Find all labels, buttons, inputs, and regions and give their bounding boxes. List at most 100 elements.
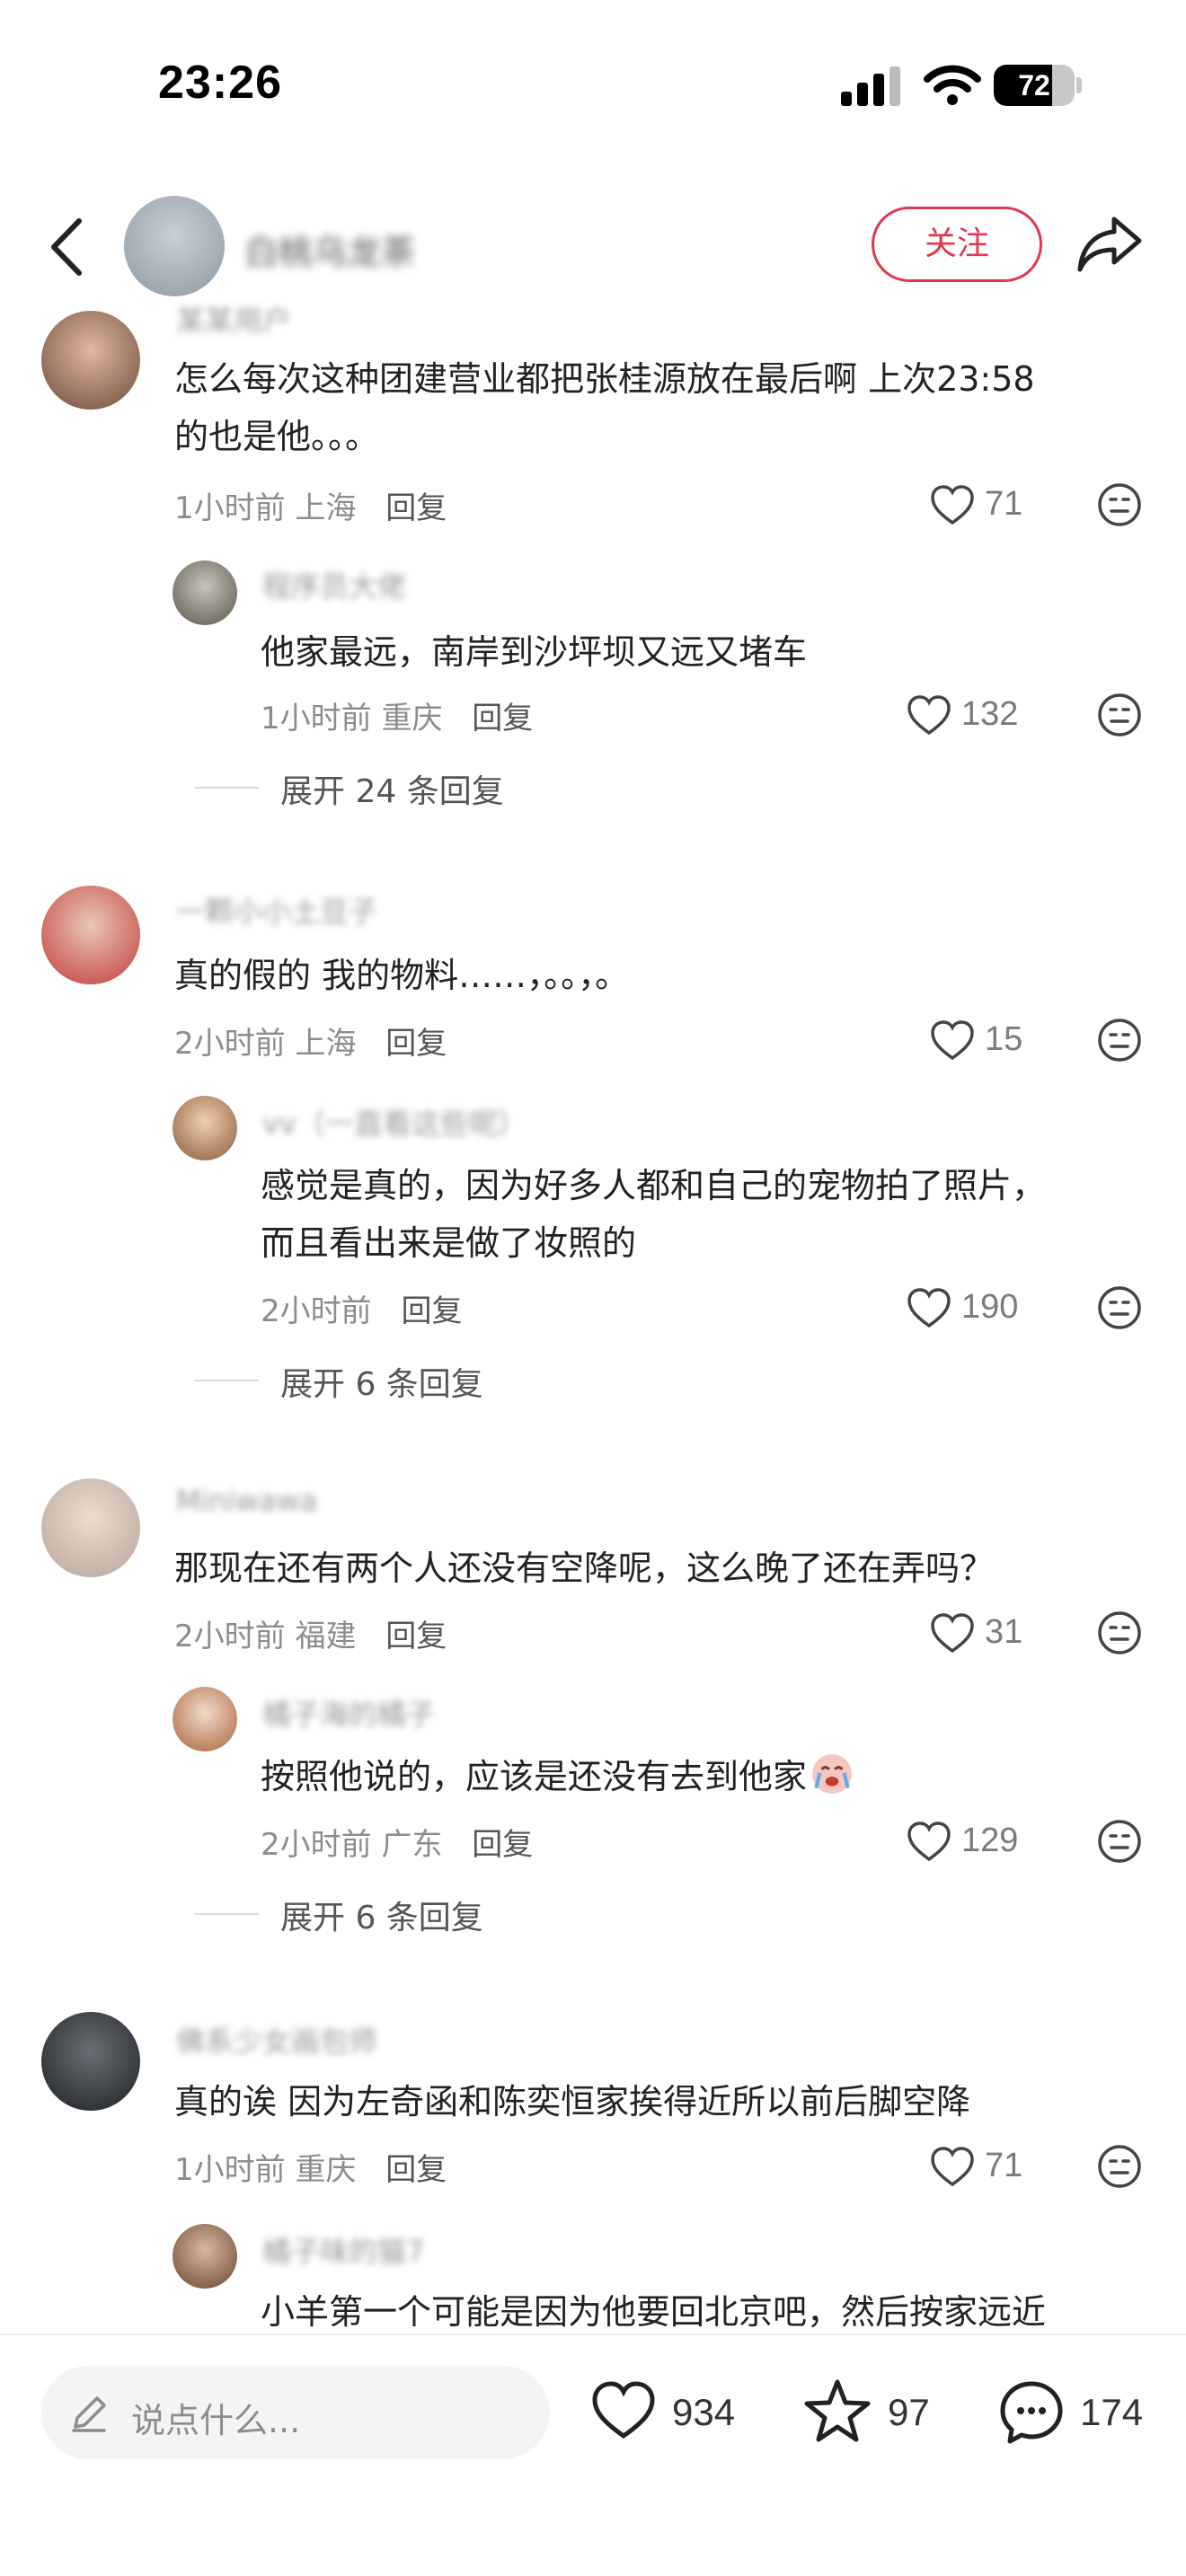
avatar[interactable] <box>173 1096 237 1160</box>
comment-location: 福建 <box>295 1619 357 1654</box>
expand-replies-button[interactable]: 展开 6 条回复 <box>280 1892 483 1938</box>
avatar[interactable] <box>41 2012 140 2111</box>
post-comment-button[interactable]: 174 <box>997 2375 1159 2450</box>
reply-text: 小羊第一个可能是因为他要回北京吧，然后按家远近 <box>261 2283 1046 2341</box>
expand-replies-button[interactable]: 展开 24 条回复 <box>280 765 504 812</box>
reply-button[interactable]: 回复 <box>385 490 447 526</box>
avatar[interactable] <box>41 1478 140 1577</box>
reply-text: 他家最远，南岸到沙坪坝又远又堵车 <box>261 623 807 681</box>
reply-button[interactable]: 回复 <box>385 1619 447 1654</box>
like-count: 129 <box>961 1822 1019 1859</box>
comment-text: 真的诶 因为左奇函和陈奕恒家挨得近所以前后脚空降 <box>174 2073 970 2130</box>
like-count: 15 <box>985 1020 1023 1058</box>
dislike-face-icon[interactable] <box>1096 692 1143 738</box>
input-placeholder: 说点什么... <box>131 2401 301 2440</box>
post-like-button[interactable]: 934 <box>589 2375 751 2450</box>
comment-location: 重庆 <box>295 2152 357 2188</box>
comment-text-line: 真的诶 因为左奇函和陈奕恒家挨得近所以前后脚空降 <box>174 2082 971 2122</box>
dislike-face-icon[interactable] <box>1096 2143 1143 2190</box>
heart-icon <box>907 1822 951 1862</box>
reply-username[interactable]: 橘子味的猫7 <box>262 2229 424 2271</box>
reply-username[interactable]: vv（一直看这些呢） <box>262 1101 527 1142</box>
battery-level: 72 <box>1018 69 1050 101</box>
like-count: 31 <box>985 1613 1023 1651</box>
comment-meta: 2小时前 上海 回复 <box>174 1019 447 1063</box>
comment-location: 上海 <box>295 490 357 526</box>
dislike-face-icon[interactable] <box>1096 1284 1143 1331</box>
post-comment-count: 174 <box>1080 2391 1144 2433</box>
comment-username[interactable]: 佛系少女画包师 <box>176 2019 377 2060</box>
reply-meta: 2小时前 回复 <box>261 1286 462 1330</box>
divider <box>194 787 259 789</box>
heart-icon <box>907 1288 951 1328</box>
comment-username[interactable]: Miniwawa <box>176 1484 317 1518</box>
heart-icon <box>931 1020 974 1061</box>
share-icon[interactable] <box>1076 212 1143 275</box>
wifi-icon <box>924 65 981 105</box>
battery-icon: 72 <box>994 65 1082 106</box>
reply-time: 2小时前 <box>261 1827 372 1863</box>
comment-meta: 1小时前 重庆 回复 <box>174 2145 447 2189</box>
comment-meta: 2小时前 福建 回复 <box>174 1611 447 1655</box>
comment-username[interactable]: 某某用户 <box>176 298 291 340</box>
dislike-face-icon[interactable] <box>1096 481 1143 528</box>
like-count: 71 <box>985 2147 1023 2184</box>
comment-text-line: 怎么每次这种团建营业都把张桂源放在最后啊 上次23:58 <box>174 359 1035 399</box>
like-count: 71 <box>985 485 1023 523</box>
like-count: 132 <box>961 695 1019 733</box>
author-avatar[interactable] <box>124 196 225 296</box>
reply-button[interactable]: 回复 <box>401 1293 462 1329</box>
reply-text-line: 他家最远，南岸到沙坪坝又远又堵车 <box>261 632 808 672</box>
comment-time: 2小时前 <box>174 1619 286 1654</box>
reply-username[interactable]: 橘子海的橘子 <box>262 1692 435 1734</box>
star-icon <box>804 2379 871 2442</box>
reply-button[interactable]: 回复 <box>385 2152 447 2188</box>
reply-meta: 2小时前 广东 回复 <box>261 1820 533 1864</box>
heart-icon <box>931 485 974 525</box>
author-name[interactable]: 白桃乌龙茶 <box>244 225 415 274</box>
heart-icon <box>931 1613 974 1654</box>
follow-button[interactable]: 关注 <box>872 207 1042 282</box>
comment-text-line: 的也是他。。。 <box>174 417 380 456</box>
comment-text-line: 真的假的 我的物料……，。。，。 <box>174 956 630 995</box>
reply-time: 1小时前 <box>261 701 372 737</box>
reply-username[interactable]: 程序员大佬 <box>262 564 406 605</box>
cellular-signal-icon <box>841 66 900 106</box>
dislike-face-icon[interactable] <box>1096 1017 1143 1063</box>
comment-username[interactable]: 一颗小小土豆子 <box>176 889 377 931</box>
divider <box>194 1380 259 1381</box>
expand-replies-button[interactable]: 展开 6 条回复 <box>280 1358 483 1405</box>
avatar[interactable] <box>173 2224 237 2289</box>
reply-button[interactable]: 回复 <box>472 701 533 737</box>
post-star-button[interactable]: 97 <box>803 2375 947 2450</box>
reply-text-content: 按照他说的，应该是还没有去到他家 <box>261 1757 808 1796</box>
reply-text: 按照他说的，应该是还没有去到他家 <box>261 1748 855 1805</box>
pencil-icon <box>72 2396 106 2432</box>
reply-time: 2小时前 <box>261 1293 372 1329</box>
avatar[interactable] <box>173 560 237 625</box>
comment-bubble-icon <box>1000 2381 1063 2444</box>
status-icons: 72 <box>841 65 1084 110</box>
comment-text: 怎么每次这种团建营业都把张桂源放在最后啊 上次23:58 的也是他。。。 <box>174 350 1035 465</box>
heart-icon <box>931 2147 974 2187</box>
reply-text-line: 感觉是真的，因为好多人都和自己的宠物拍了照片， <box>261 1166 1047 1205</box>
dislike-face-icon[interactable] <box>1096 1818 1143 1865</box>
comment-location: 上海 <box>295 1026 357 1062</box>
dislike-face-icon[interactable] <box>1096 1610 1143 1656</box>
comment-meta: 1小时前 上海 回复 <box>174 483 447 527</box>
comment-input[interactable]: 说点什么... <box>41 2366 550 2459</box>
back-icon[interactable] <box>47 216 86 278</box>
heart-icon <box>592 2381 655 2439</box>
avatar[interactable] <box>41 311 140 410</box>
avatar[interactable] <box>41 886 140 984</box>
reply-location: 广东 <box>381 1827 443 1863</box>
reply-text-line: 小羊第一个可能是因为他要回北京吧，然后按家远近 <box>261 2292 1047 2332</box>
status-time: 23:26 <box>158 57 282 109</box>
reply-button[interactable]: 回复 <box>385 1026 447 1062</box>
avatar[interactable] <box>173 1687 237 1751</box>
reply-button[interactable]: 回复 <box>472 1827 533 1863</box>
like-count: 190 <box>961 1288 1019 1326</box>
post-header: 白桃乌龙茶 关注 <box>0 189 1186 305</box>
comment-time: 1小时前 <box>174 490 286 526</box>
divider <box>194 1913 259 1915</box>
